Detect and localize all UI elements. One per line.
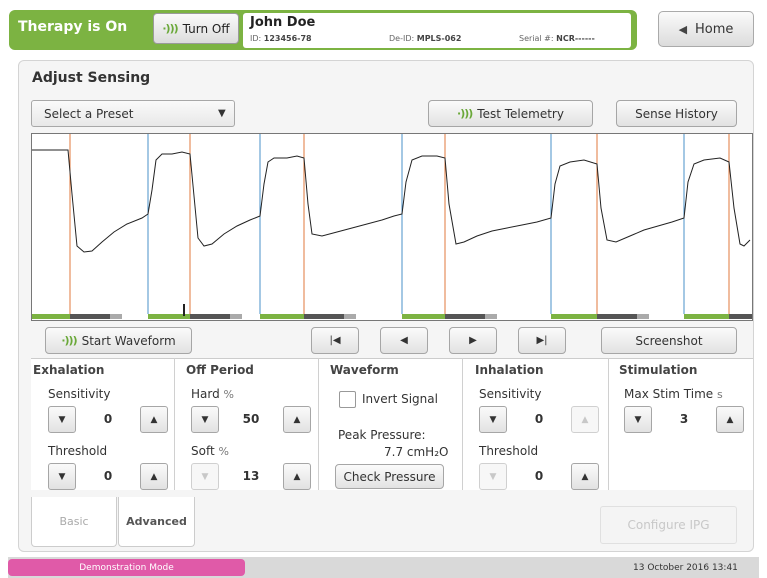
patient-deid: De-ID: MPLS-062 — [389, 34, 462, 43]
configure-ipg-button[interactable]: Configure IPG — [600, 506, 737, 544]
increase-button[interactable]: ▲ — [140, 406, 168, 433]
inhalation-title: Inhalation — [475, 363, 544, 377]
divider — [608, 358, 609, 490]
tab-basic[interactable]: Basic — [31, 497, 117, 547]
invert-signal-checkbox[interactable] — [339, 391, 356, 408]
inhalation-threshold-value: 0 — [534, 469, 544, 483]
exhalation-sensitivity-stepper: ▼ 0 ▲ — [48, 406, 168, 433]
exhalation-sensitivity-value: 0 — [103, 412, 113, 426]
datetime: 13 October 2016 13:41 — [633, 563, 738, 573]
exhalation-threshold-stepper: ▼ 0 ▲ — [48, 463, 168, 490]
device-serial: Serial #: NCR------ — [519, 34, 595, 43]
increase-button[interactable]: ▲ — [283, 463, 311, 490]
decrease-button[interactable]: ▼ — [48, 406, 76, 433]
sense-history-button[interactable]: Sense History — [616, 100, 737, 127]
peak-pressure-label: Peak Pressure: — [338, 428, 426, 442]
wireless-icon: ·))) — [162, 22, 178, 35]
back-arrow-icon: ◀ — [678, 22, 688, 36]
step-forward-icon: ▶ — [469, 335, 477, 346]
hard-value: 50 — [242, 412, 260, 426]
increase-button[interactable]: ▲ — [140, 463, 168, 490]
divider — [462, 358, 463, 490]
decrease-button[interactable]: ▼ — [624, 406, 652, 433]
start-waveform-label: Start Waveform — [81, 333, 176, 348]
decrease-button[interactable]: ▼ — [479, 463, 507, 490]
stimulation-title: Stimulation — [619, 363, 698, 377]
skip-forward-icon: ▶| — [536, 335, 548, 346]
exhalation-sensitivity-label: Sensitivity — [48, 387, 111, 401]
peak-pressure-value: 7.7 cmH₂O — [384, 445, 449, 459]
soft-stepper: ▼ 13 ▲ — [191, 463, 311, 490]
screenshot-button[interactable]: Screenshot — [601, 327, 737, 354]
tab-advanced[interactable]: Advanced — [118, 497, 195, 547]
invert-signal-label: Invert Signal — [362, 392, 438, 406]
decrease-button[interactable]: ▼ — [48, 463, 76, 490]
divider — [174, 358, 175, 490]
hard-stepper: ▼ 50 ▲ — [191, 406, 311, 433]
turn-off-label: Turn Off — [182, 21, 230, 36]
next-button[interactable]: ▶ — [449, 327, 497, 354]
home-button[interactable]: ◀ Home — [658, 11, 754, 47]
decrease-button[interactable]: ▼ — [191, 406, 219, 433]
turn-off-button[interactable]: ·))) Turn Off — [153, 13, 239, 44]
skip-to-start-button[interactable]: |◀ — [311, 327, 359, 354]
preset-select[interactable]: Select a Preset — [31, 100, 235, 127]
test-telemetry-button[interactable]: ·))) Test Telemetry — [428, 100, 593, 127]
increase-button[interactable]: ▲ — [716, 406, 744, 433]
max-stim-time-stepper: ▼ 3 ▲ — [624, 406, 744, 433]
decrease-button[interactable]: ▼ — [479, 406, 507, 433]
increase-button[interactable]: ▲ — [571, 463, 599, 490]
soft-label: Soft % — [191, 444, 229, 458]
skip-to-end-button[interactable]: ▶| — [518, 327, 566, 354]
waveform-display — [31, 133, 753, 321]
increase-button[interactable]: ▲ — [283, 406, 311, 433]
patient-id: ID: 123456-78 — [250, 34, 312, 43]
skip-back-icon: |◀ — [329, 335, 341, 346]
demo-mode-badge: Demonstration Mode — [8, 559, 245, 576]
inhalation-threshold-stepper: ▼ 0 ▲ — [479, 463, 599, 490]
start-waveform-button[interactable]: ·))) Start Waveform — [45, 327, 192, 354]
inhalation-sensitivity-value: 0 — [534, 412, 544, 426]
step-back-icon: ◀ — [400, 335, 408, 346]
off-period-title: Off Period — [186, 363, 254, 377]
exhalation-title: Exhalation — [33, 363, 105, 377]
wireless-icon: ·))) — [457, 107, 473, 120]
therapy-status-text: Therapy is On — [18, 19, 128, 35]
page-title: Adjust Sensing — [32, 70, 151, 86]
dropdown-arrow-icon: ▼ — [218, 108, 226, 119]
exhalation-threshold-value: 0 — [103, 469, 113, 483]
check-pressure-button[interactable]: Check Pressure — [335, 464, 444, 489]
soft-value: 13 — [242, 469, 260, 483]
wireless-icon: ·))) — [61, 334, 77, 347]
inhalation-sensitivity-label: Sensitivity — [479, 387, 542, 401]
inhalation-sensitivity-stepper: ▼ 0 ▲ — [479, 406, 599, 433]
max-stim-time-value: 3 — [679, 412, 689, 426]
waveform-title: Waveform — [330, 363, 399, 377]
patient-name: John Doe — [250, 15, 316, 30]
increase-button[interactable]: ▲ — [571, 406, 599, 433]
inhalation-threshold-label: Threshold — [479, 444, 539, 458]
home-label: Home — [695, 21, 734, 37]
hard-label: Hard % — [191, 387, 234, 401]
test-telemetry-label: Test Telemetry — [477, 106, 564, 121]
max-stim-time-label: Max Stim Time s — [624, 387, 723, 401]
decrease-button[interactable]: ▼ — [191, 463, 219, 490]
respiratory-waveform — [32, 134, 752, 319]
exhalation-threshold-label: Threshold — [48, 444, 108, 458]
previous-button[interactable]: ◀ — [380, 327, 428, 354]
divider — [318, 358, 319, 490]
